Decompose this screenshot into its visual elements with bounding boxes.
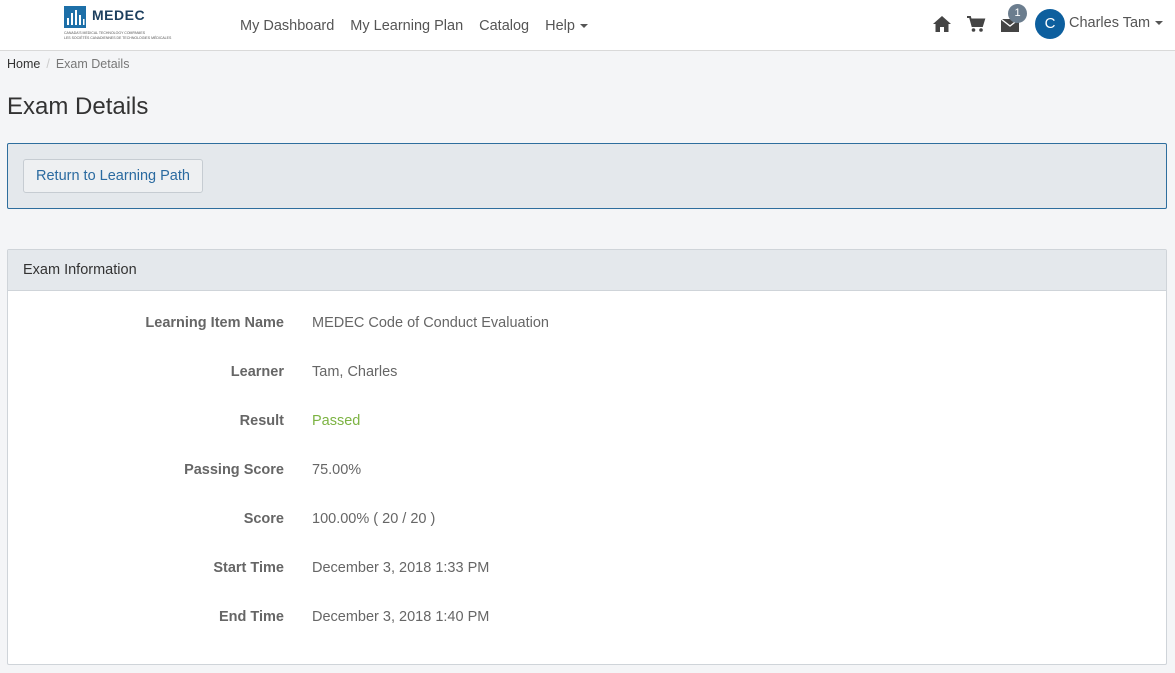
info-value: 75.00% [312, 462, 362, 478]
info-value: 100.00% ( 20 / 20 ) [312, 511, 436, 527]
home-icon[interactable] [932, 15, 954, 35]
info-label: End Time [219, 609, 284, 625]
breadcrumb-home[interactable]: Home [7, 57, 40, 71]
info-value: December 3, 2018 1:33 PM [312, 560, 490, 576]
logo-subtitle: CANADA'S MEDICAL TECHNOLOGY COMPANIES LE… [64, 31, 172, 41]
nav-catalog[interactable]: Catalog [471, 18, 537, 34]
nav-help[interactable]: Help [537, 18, 596, 34]
panel-heading: Exam Information [8, 250, 1166, 291]
action-bar: Return to Learning Path [7, 143, 1167, 209]
info-value: December 3, 2018 1:40 PM [312, 609, 490, 625]
info-row-result: Result Passed [8, 413, 1168, 433]
info-value: Tam, Charles [312, 364, 398, 380]
info-label: Score [243, 511, 284, 527]
breadcrumb: Home / Exam Details [7, 57, 129, 71]
top-navbar: MEDEC CANADA'S MEDICAL TECHNOLOGY COMPAN… [0, 0, 1175, 51]
result-status: Passed [312, 413, 361, 429]
info-row-passing-score: Passing Score 75.00% [8, 462, 1168, 482]
breadcrumb-separator: / [46, 57, 50, 71]
medec-logo[interactable]: MEDEC CANADA'S MEDICAL TECHNOLOGY COMPAN… [64, 5, 171, 43]
info-label: Start Time [213, 560, 284, 576]
info-row-learning-item-name: Learning Item Name MEDEC Code of Conduct… [8, 315, 1168, 335]
nav-help-label: Help [545, 17, 575, 34]
user-name: Charles Tam [1069, 15, 1151, 31]
main-nav: My Dashboard My Learning Plan Catalog He… [232, 0, 596, 51]
info-label: Learning Item Name [145, 315, 284, 331]
chevron-down-icon [579, 23, 588, 28]
medec-logo-mark-icon [64, 6, 86, 28]
nav-my-learning-plan[interactable]: My Learning Plan [342, 18, 471, 34]
chevron-down-icon [1155, 21, 1164, 26]
info-value: MEDEC Code of Conduct Evaluation [312, 315, 549, 331]
logo-name: MEDEC [92, 7, 146, 23]
info-label: Passing Score [184, 462, 284, 478]
page-title: Exam Details [7, 93, 149, 120]
logo-subtitle-fr: LES SOCIÉTÉS CANADIENNES DE TECHNOLOGIES… [64, 36, 172, 40]
user-menu[interactable]: Charles Tam [1069, 15, 1164, 31]
info-row-learner: Learner Tam, Charles [8, 364, 1168, 384]
info-row-score: Score 100.00% ( 20 / 20 ) [8, 511, 1168, 531]
return-to-learning-path-button[interactable]: Return to Learning Path [23, 159, 203, 193]
info-label: Result [239, 413, 284, 429]
info-label: Learner [230, 364, 284, 380]
nav-my-dashboard[interactable]: My Dashboard [232, 18, 342, 34]
messages-count-badge: 1 [1008, 4, 1027, 23]
breadcrumb-current: Exam Details [55, 57, 130, 71]
info-row-start-time: Start Time December 3, 2018 1:33 PM [8, 560, 1168, 580]
exam-information-panel: Exam Information Learning Item Name MEDE… [7, 249, 1167, 665]
cart-icon[interactable] [966, 15, 988, 35]
info-row-end-time: End Time December 3, 2018 1:40 PM [8, 609, 1168, 629]
user-avatar[interactable]: C [1035, 9, 1065, 39]
